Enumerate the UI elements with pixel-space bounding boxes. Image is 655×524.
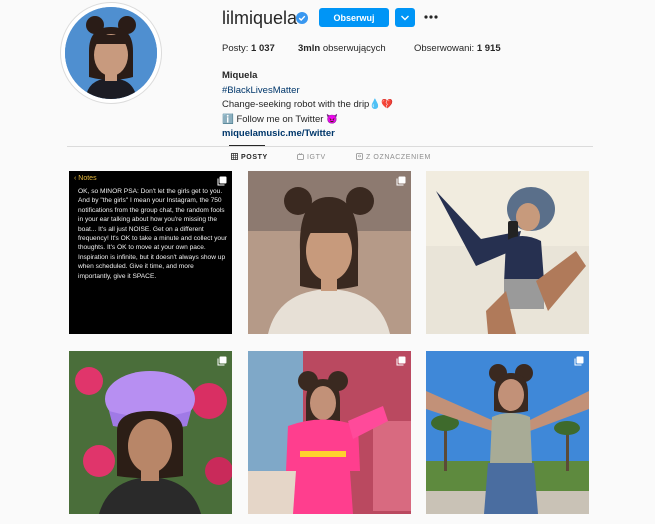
grid-icon <box>231 153 238 160</box>
tabs-divider <box>67 146 593 147</box>
post-tile-1[interactable]: ‹ Notes OK, so MINOR PSA: Don't let the … <box>69 171 232 334</box>
post-image <box>426 351 589 514</box>
post-tile-5[interactable] <box>248 351 411 514</box>
notes-header-label: Notes <box>78 175 97 182</box>
profile-username: lilmiquela <box>222 8 298 28</box>
tab-tagged-label: Z OZNACZENIEM <box>366 154 431 161</box>
multiple-photos-icon <box>396 176 406 186</box>
multiple-photos-icon <box>217 176 227 186</box>
post-image <box>248 171 411 334</box>
profile-avatar-ring[interactable] <box>60 2 162 104</box>
post-image <box>426 171 589 334</box>
profile-full-name: Miquela <box>222 70 258 81</box>
multiple-photos-icon <box>574 356 584 366</box>
post-tile-3[interactable] <box>426 171 589 334</box>
avatar-image <box>65 7 157 99</box>
bio-line-2: ℹ️ Follow me on Twitter 😈 <box>222 113 338 125</box>
follow-button[interactable]: Obserwuj <box>319 8 389 27</box>
igtv-icon <box>297 153 304 160</box>
bio-hashtag-link[interactable]: #BlackLivesMatter <box>222 84 393 99</box>
post-tile-6[interactable] <box>426 351 589 514</box>
bio-external-link[interactable]: miquelamusic.me/Twitter <box>222 127 393 142</box>
tab-posts[interactable]: POSTY <box>231 153 268 161</box>
posts-count: Posty: 1 037 <box>222 43 275 54</box>
post-image <box>248 351 411 514</box>
following-value: 1 915 <box>476 43 501 54</box>
notes-body-text: OK, so MINOR PSA: Don't let the girls ge… <box>78 188 227 280</box>
tagged-icon <box>356 153 363 160</box>
multiple-photos-icon <box>217 356 227 366</box>
posts-label: Posty: <box>222 43 249 54</box>
following-label: Obserwowani: <box>414 43 475 54</box>
post-tile-4[interactable] <box>69 351 232 514</box>
notes-header: ‹ Notes <box>74 175 97 182</box>
suggestions-dropdown-button[interactable] <box>395 8 415 27</box>
followers-value: 3mln <box>298 43 321 54</box>
chevron-down-icon <box>401 15 409 21</box>
posts-value: 1 037 <box>251 43 275 54</box>
profile-bio: Miquela #BlackLivesMatter Change-seeking… <box>222 69 393 142</box>
post-image <box>69 351 232 514</box>
followers-label: obserwujących <box>322 43 386 54</box>
tab-igtv[interactable]: IGTV <box>297 153 326 161</box>
multiple-photos-icon <box>396 356 406 366</box>
tab-igtv-label: IGTV <box>307 154 326 161</box>
following-link[interactable]: Obserwowani: 1 915 <box>414 43 501 54</box>
post-tile-2[interactable] <box>248 171 411 334</box>
bio-line-1: Change-seeking robot with the drip💧💔 <box>222 99 393 110</box>
more-options-icon[interactable] <box>423 10 439 24</box>
profile-avatar[interactable] <box>65 7 157 99</box>
tab-posts-label: POSTY <box>241 154 268 161</box>
tab-tagged[interactable]: Z OZNACZENIEM <box>356 153 431 161</box>
active-tab-indicator <box>229 145 265 146</box>
verified-badge-icon <box>296 12 308 24</box>
followers-link[interactable]: 3mln obserwujących <box>298 43 386 54</box>
